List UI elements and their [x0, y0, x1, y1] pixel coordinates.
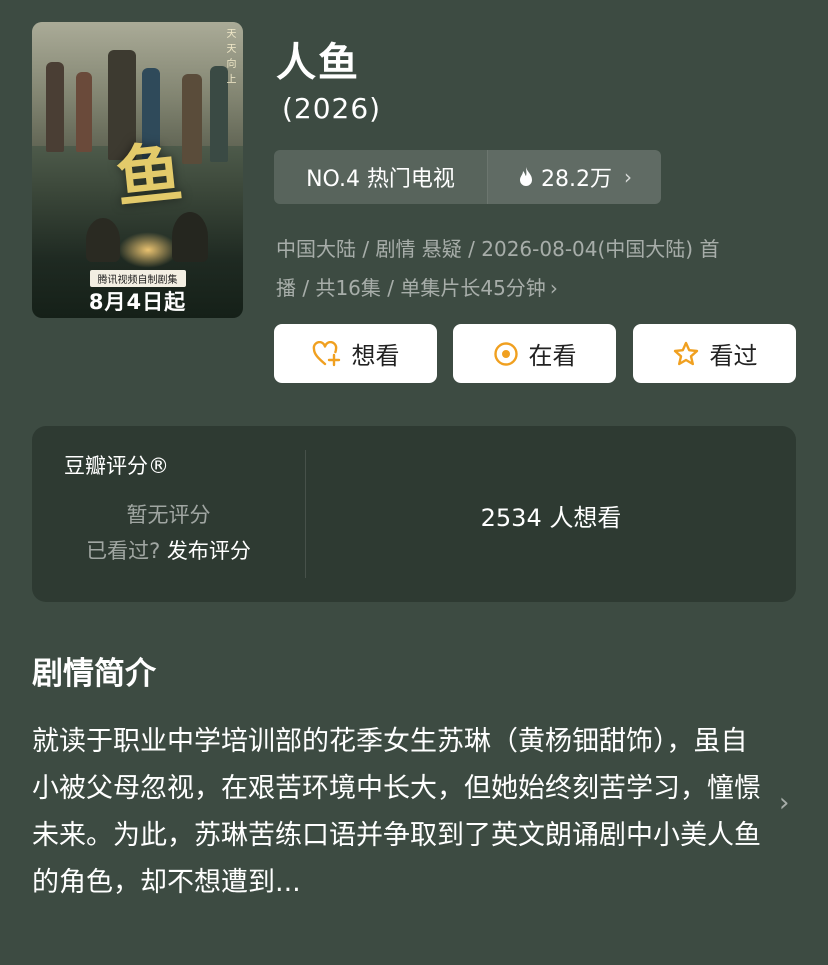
poster-calligraphy: 鱼 — [112, 132, 186, 218]
rating-card: 豆瓣评分® 暂无评分 已看过? 发布评分 2534 人想看 — [32, 426, 796, 602]
ranking-pill[interactable]: NO.4 热门电视 28.2万 › — [274, 150, 661, 204]
target-circle-icon — [493, 341, 519, 367]
publish-rating-row: 已看过? 发布评分 — [32, 535, 305, 565]
meta-line: 播 / 共16集 / 单集片长45分钟 › — [276, 269, 796, 308]
wish-count: 2534 人想看 — [480, 504, 622, 532]
meta-info[interactable]: 中国大陆 / 剧情 悬疑 / 2026-08-04(中国大陆) 首 播 / 共1… — [276, 230, 796, 308]
chevron-right-icon: › — [624, 165, 632, 189]
heat-value: 28.2万 — [541, 167, 612, 192]
poster-candle-glow — [118, 232, 178, 268]
poster-figure — [86, 218, 120, 262]
poster-image[interactable]: 鱼 天 天 向 上 腾讯视频自制剧集 8月4日起 — [32, 22, 243, 318]
watched-label: 看过 — [709, 342, 758, 370]
heart-plus-icon — [312, 340, 342, 367]
poster-figure — [172, 212, 208, 262]
watching-label: 在看 — [528, 342, 577, 370]
poster-figure — [76, 72, 92, 152]
watching-button[interactable]: 在看 — [453, 324, 616, 383]
synopsis-text[interactable]: 就读于职业中学培训部的花季女生苏琳（黄杨钿甜饰），虽自小被父母忽视，在艰苦环境中… — [32, 718, 762, 906]
star-icon — [672, 340, 700, 368]
rank-label: NO.4 热门电视 — [274, 150, 488, 204]
heat-stat[interactable]: 28.2万 › — [488, 150, 661, 204]
meta-line: 中国大陆 / 剧情 悬疑 / 2026-08-04(中国大陆) 首 — [276, 237, 720, 261]
poster-figure — [46, 62, 64, 152]
poster-date: 8月4日起 — [88, 290, 187, 314]
release-year: (2026) — [282, 92, 382, 125]
flame-icon — [517, 166, 535, 188]
poster-figure — [182, 74, 202, 164]
want-to-watch-button[interactable]: 想看 — [274, 324, 437, 383]
no-score-text: 暂无评分 — [126, 503, 211, 527]
rating-brand: 豆瓣评分® — [64, 454, 169, 478]
synopsis-title: 剧情简介 — [32, 656, 156, 692]
poster-badge: 腾讯视频自制剧集 — [89, 270, 186, 287]
chevron-right-icon: › — [549, 276, 558, 300]
watched-question: 已看过? — [86, 539, 161, 563]
poster-side-text: 天 天 向 上 — [224, 28, 235, 85]
page-title: 人鱼 — [276, 40, 360, 86]
chevron-right-icon[interactable]: › — [779, 788, 789, 818]
want-to-watch-label: 想看 — [351, 342, 400, 370]
meta-line-text: 播 / 共16集 / 单集片长45分钟 — [276, 276, 546, 300]
watched-button[interactable]: 看过 — [633, 324, 796, 383]
publish-rating-link[interactable]: 发布评分 — [167, 539, 251, 563]
